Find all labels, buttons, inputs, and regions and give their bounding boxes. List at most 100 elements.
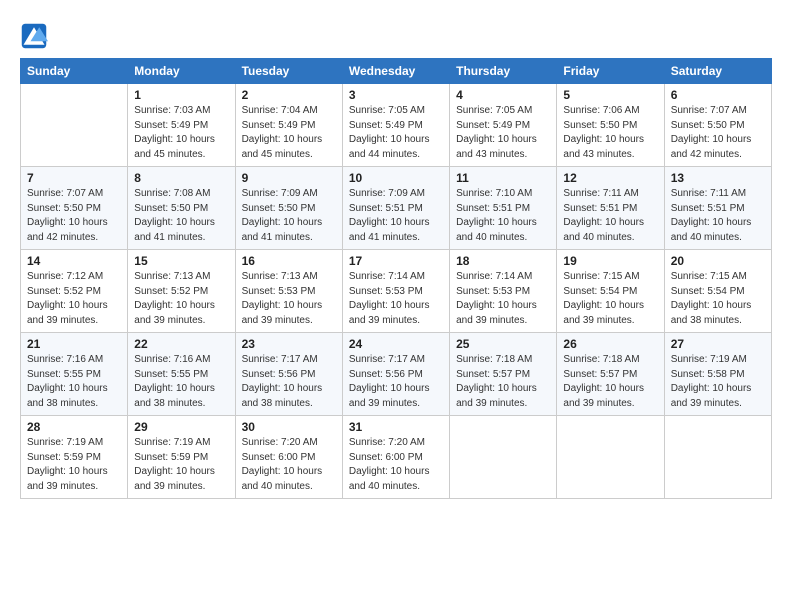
day-info: Sunrise: 7:19 AM Sunset: 5:59 PM Dayligh… — [27, 436, 121, 494]
day-cell: 5 Sunrise: 7:06 AM Sunset: 5:50 PM Daylig… — [557, 84, 664, 167]
day-info: Sunrise: 7:12 AM Sunset: 5:52 PM Dayligh… — [27, 270, 121, 328]
day-cell: 23 Sunrise: 7:17 AM Sunset: 5:56 PM Dayli… — [235, 333, 342, 416]
week-row-2: 7Sunrise: 7:07 AM Sunset: 5:50 PM Daylig… — [21, 167, 772, 250]
column-header-monday: Monday — [128, 59, 235, 84]
day-info: Sunrise: 7:19 AM Sunset: 5:58 PM Dayligh… — [671, 353, 765, 411]
day-info: Sunrise: 7:10 AM Sunset: 5:51 PM Dayligh… — [456, 187, 550, 245]
day-number: 14 — [27, 254, 121, 268]
day-cell: 18 Sunrise: 7:14 AM Sunset: 5:53 PM Dayli… — [450, 250, 557, 333]
header-row — [20, 18, 772, 50]
day-number: 21 — [27, 337, 121, 351]
day-info: Sunrise: 7:05 AM Sunset: 5:49 PM Dayligh… — [349, 104, 443, 162]
day-info: Sunrise: 7:06 AM Sunset: 5:50 PM Dayligh… — [563, 104, 657, 162]
day-cell: 28 Sunrise: 7:19 AM Sunset: 5:59 PM Dayli… — [21, 416, 128, 499]
week-row-3: 14 Sunrise: 7:12 AM Sunset: 5:52 PM Dayli… — [21, 250, 772, 333]
logo — [20, 22, 52, 50]
day-number: 26 — [563, 337, 657, 351]
day-number: 27 — [671, 337, 765, 351]
day-number: 19 — [563, 254, 657, 268]
day-cell: 20Sunrise: 7:15 AM Sunset: 5:54 PM Dayli… — [664, 250, 771, 333]
day-cell: 12 Sunrise: 7:11 AM Sunset: 5:51 PM Dayli… — [557, 167, 664, 250]
day-info: Sunrise: 7:11 AM Sunset: 5:51 PM Dayligh… — [671, 187, 765, 245]
day-info: Sunrise: 7:07 AM Sunset: 5:50 PM Dayligh… — [27, 187, 121, 245]
calendar-table: SundayMondayTuesdayWednesdayThursdayFrid… — [20, 58, 772, 499]
day-cell: 13 Sunrise: 7:11 AM Sunset: 5:51 PM Dayli… — [664, 167, 771, 250]
day-number: 10 — [349, 171, 443, 185]
day-info: Sunrise: 7:13 AM Sunset: 5:52 PM Dayligh… — [134, 270, 228, 328]
day-number: 4 — [456, 88, 550, 102]
day-number: 29 — [134, 420, 228, 434]
day-number: 23 — [242, 337, 336, 351]
day-cell: 26 Sunrise: 7:18 AM Sunset: 5:57 PM Dayli… — [557, 333, 664, 416]
day-cell: 19Sunrise: 7:15 AM Sunset: 5:54 PM Dayli… — [557, 250, 664, 333]
day-number: 24 — [349, 337, 443, 351]
day-cell: 24 Sunrise: 7:17 AM Sunset: 5:56 PM Dayli… — [342, 333, 449, 416]
day-number: 15 — [134, 254, 228, 268]
day-number: 12 — [563, 171, 657, 185]
column-header-friday: Friday — [557, 59, 664, 84]
day-number: 30 — [242, 420, 336, 434]
column-headers-row: SundayMondayTuesdayWednesdayThursdayFrid… — [21, 59, 772, 84]
day-info: Sunrise: 7:16 AM Sunset: 5:55 PM Dayligh… — [134, 353, 228, 411]
day-number: 13 — [671, 171, 765, 185]
day-info: Sunrise: 7:17 AM Sunset: 5:56 PM Dayligh… — [242, 353, 336, 411]
week-row-4: 21 Sunrise: 7:16 AM Sunset: 5:55 PM Dayli… — [21, 333, 772, 416]
day-cell: 22 Sunrise: 7:16 AM Sunset: 5:55 PM Dayli… — [128, 333, 235, 416]
day-cell: 31 Sunrise: 7:20 AM Sunset: 6:00 PM Dayli… — [342, 416, 449, 499]
day-number: 5 — [563, 88, 657, 102]
column-header-tuesday: Tuesday — [235, 59, 342, 84]
day-cell: 4 Sunrise: 7:05 AM Sunset: 5:49 PM Daylig… — [450, 84, 557, 167]
day-cell: 2Sunrise: 7:04 AM Sunset: 5:49 PM Daylig… — [235, 84, 342, 167]
day-cell: 11 Sunrise: 7:10 AM Sunset: 5:51 PM Dayli… — [450, 167, 557, 250]
day-number: 6 — [671, 88, 765, 102]
day-number: 28 — [27, 420, 121, 434]
day-cell: 3 Sunrise: 7:05 AM Sunset: 5:49 PM Daylig… — [342, 84, 449, 167]
day-cell: 14 Sunrise: 7:12 AM Sunset: 5:52 PM Dayli… — [21, 250, 128, 333]
day-cell: 10Sunrise: 7:09 AM Sunset: 5:51 PM Dayli… — [342, 167, 449, 250]
day-number: 8 — [134, 171, 228, 185]
day-info: Sunrise: 7:18 AM Sunset: 5:57 PM Dayligh… — [563, 353, 657, 411]
day-cell — [21, 84, 128, 167]
day-number: 9 — [242, 171, 336, 185]
column-header-saturday: Saturday — [664, 59, 771, 84]
day-cell: 29Sunrise: 7:19 AM Sunset: 5:59 PM Dayli… — [128, 416, 235, 499]
week-row-5: 28 Sunrise: 7:19 AM Sunset: 5:59 PM Dayli… — [21, 416, 772, 499]
day-info: Sunrise: 7:16 AM Sunset: 5:55 PM Dayligh… — [27, 353, 121, 411]
week-row-1: 1Sunrise: 7:03 AM Sunset: 5:49 PM Daylig… — [21, 84, 772, 167]
day-info: Sunrise: 7:11 AM Sunset: 5:51 PM Dayligh… — [563, 187, 657, 245]
day-number: 11 — [456, 171, 550, 185]
logo-icon — [20, 22, 48, 50]
day-number: 17 — [349, 254, 443, 268]
day-number: 18 — [456, 254, 550, 268]
day-info: Sunrise: 7:17 AM Sunset: 5:56 PM Dayligh… — [349, 353, 443, 411]
day-number: 25 — [456, 337, 550, 351]
column-header-sunday: Sunday — [21, 59, 128, 84]
day-info: Sunrise: 7:05 AM Sunset: 5:49 PM Dayligh… — [456, 104, 550, 162]
column-header-wednesday: Wednesday — [342, 59, 449, 84]
day-cell: 30 Sunrise: 7:20 AM Sunset: 6:00 PM Dayli… — [235, 416, 342, 499]
day-number: 31 — [349, 420, 443, 434]
day-number: 16 — [242, 254, 336, 268]
day-cell: 8Sunrise: 7:08 AM Sunset: 5:50 PM Daylig… — [128, 167, 235, 250]
day-cell: 17 Sunrise: 7:14 AM Sunset: 5:53 PM Dayli… — [342, 250, 449, 333]
day-cell: 25 Sunrise: 7:18 AM Sunset: 5:57 PM Dayli… — [450, 333, 557, 416]
calendar-container: SundayMondayTuesdayWednesdayThursdayFrid… — [0, 0, 792, 612]
day-number: 3 — [349, 88, 443, 102]
day-info: Sunrise: 7:20 AM Sunset: 6:00 PM Dayligh… — [349, 436, 443, 494]
day-cell: 16Sunrise: 7:13 AM Sunset: 5:53 PM Dayli… — [235, 250, 342, 333]
day-info: Sunrise: 7:18 AM Sunset: 5:57 PM Dayligh… — [456, 353, 550, 411]
day-cell: 9 Sunrise: 7:09 AM Sunset: 5:50 PM Daylig… — [235, 167, 342, 250]
day-info: Sunrise: 7:09 AM Sunset: 5:50 PM Dayligh… — [242, 187, 336, 245]
day-number: 22 — [134, 337, 228, 351]
day-cell: 7Sunrise: 7:07 AM Sunset: 5:50 PM Daylig… — [21, 167, 128, 250]
day-cell — [664, 416, 771, 499]
day-number: 2 — [242, 88, 336, 102]
day-info: Sunrise: 7:14 AM Sunset: 5:53 PM Dayligh… — [456, 270, 550, 328]
day-number: 20 — [671, 254, 765, 268]
day-number: 1 — [134, 88, 228, 102]
column-header-thursday: Thursday — [450, 59, 557, 84]
day-info: Sunrise: 7:20 AM Sunset: 6:00 PM Dayligh… — [242, 436, 336, 494]
day-cell: 1Sunrise: 7:03 AM Sunset: 5:49 PM Daylig… — [128, 84, 235, 167]
day-info: Sunrise: 7:14 AM Sunset: 5:53 PM Dayligh… — [349, 270, 443, 328]
day-cell — [557, 416, 664, 499]
